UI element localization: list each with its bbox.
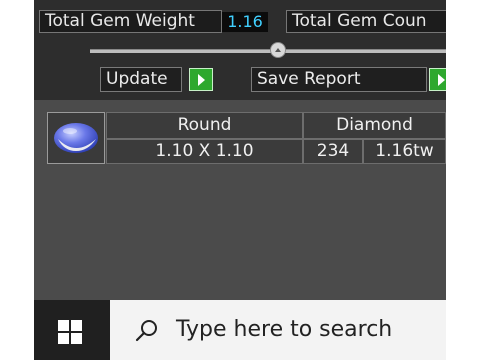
search-placeholder: Type here to search — [176, 317, 393, 342]
size-cell: 1.10 X 1.10 — [106, 139, 303, 164]
total-gem-weight-label: Total Gem Weight — [39, 10, 222, 33]
gem-type-cell: Diamond — [303, 112, 446, 139]
save-report-go-button[interactable] — [429, 68, 446, 91]
total-gem-count-label: Total Gem Coun — [286, 10, 446, 33]
slider-thumb[interactable] — [270, 42, 286, 58]
gem-thumbnail[interactable] — [47, 112, 105, 164]
slider-track[interactable] — [90, 49, 446, 53]
taskbar-search-box[interactable]: Type here to search — [110, 300, 446, 360]
windows-logo-icon — [58, 320, 82, 344]
gem-weight-cell: 1.16tw — [363, 139, 446, 164]
taskbar: Type here to search — [34, 300, 446, 360]
search-icon — [135, 320, 157, 342]
gem-report-window: Total Gem Weight 1.16 Total Gem Coun Upd… — [34, 0, 446, 300]
total-gem-weight-value: 1.16 — [222, 12, 268, 32]
update-button[interactable]: Update — [100, 67, 182, 92]
round-gem-icon — [54, 123, 98, 153]
save-report-button[interactable]: Save Report — [251, 67, 427, 92]
gem-count-cell: 234 — [303, 139, 363, 164]
update-go-button[interactable] — [189, 68, 213, 91]
start-button[interactable] — [34, 300, 110, 360]
shape-cell: Round — [106, 112, 303, 139]
toolbar: Total Gem Weight 1.16 Total Gem Coun Upd… — [34, 0, 446, 100]
